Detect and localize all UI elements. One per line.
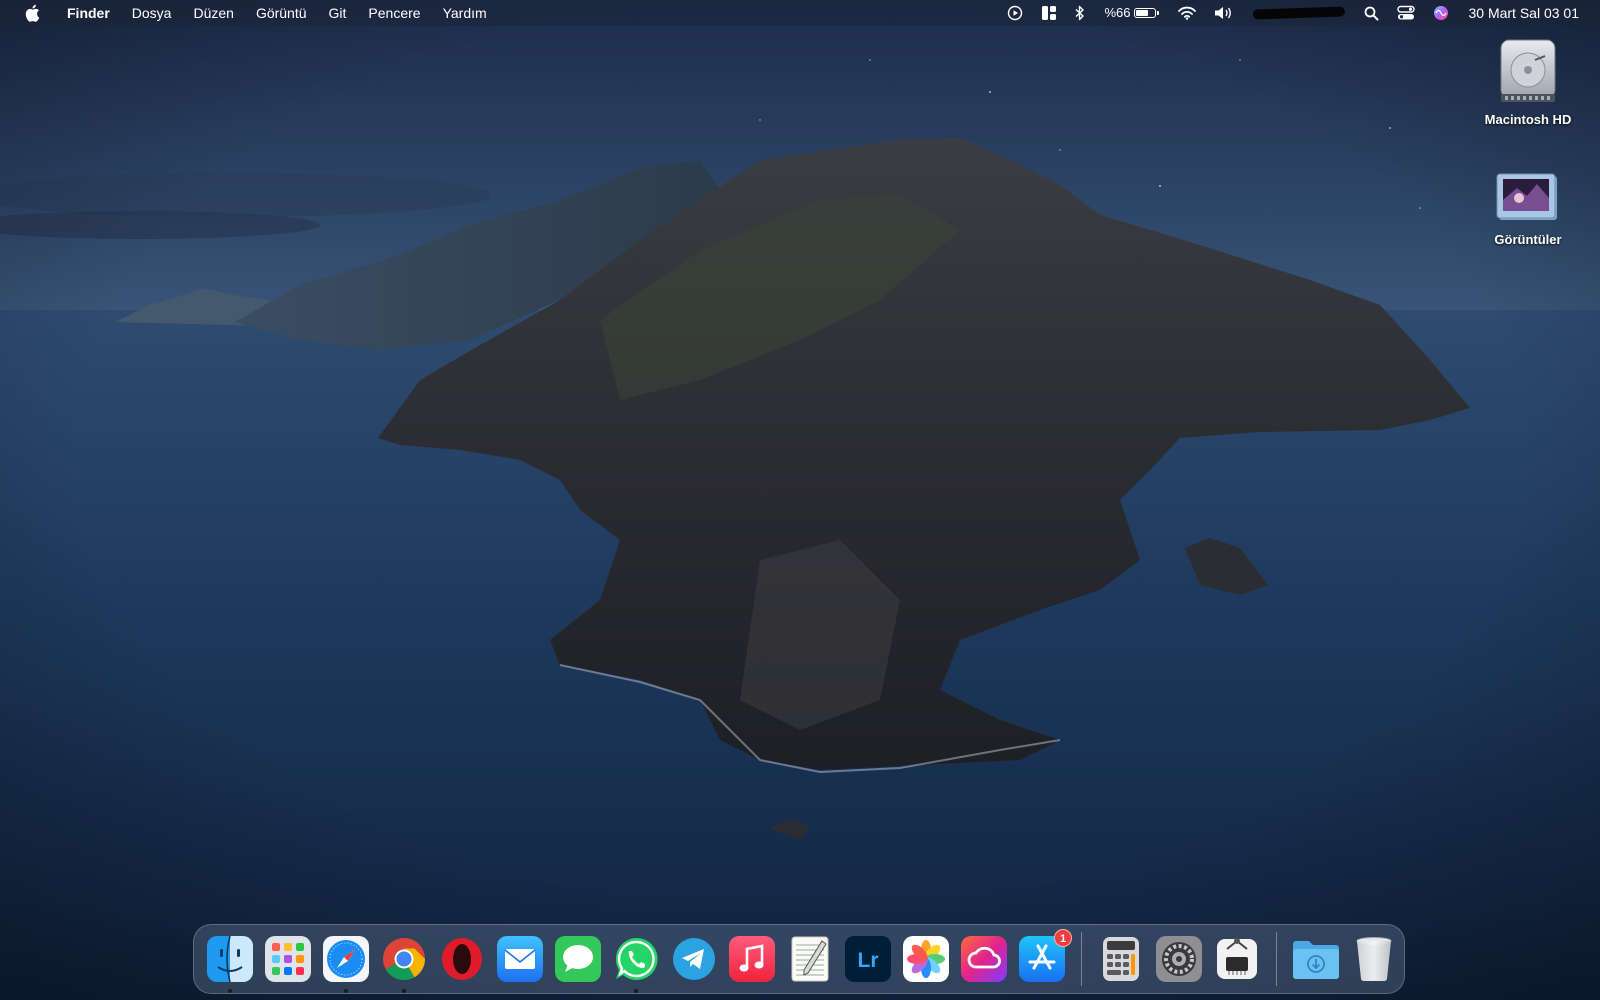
apple-icon[interactable] xyxy=(21,2,43,24)
gear-icon xyxy=(1156,936,1202,982)
desktop-wallpaper xyxy=(0,0,1600,1000)
dock-app-creative-cloud[interactable] xyxy=(959,934,1009,984)
menu-bar: Finder Dosya Düzen Görüntü Git Pencere Y… xyxy=(0,0,1600,26)
mail-icon xyxy=(497,936,543,982)
dock-separator xyxy=(1081,932,1082,986)
volume-icon[interactable] xyxy=(1205,0,1243,26)
dock-app-lightroom[interactable]: Lr xyxy=(843,934,893,984)
battery-level xyxy=(1136,10,1148,16)
dock-app-music[interactable] xyxy=(727,934,777,984)
dock-separator xyxy=(1276,932,1277,986)
control-center-icon[interactable] xyxy=(1388,0,1424,26)
window-layout-icon[interactable] xyxy=(1032,0,1066,26)
whatsapp-icon xyxy=(615,937,658,980)
dock-app-telegram[interactable] xyxy=(669,934,719,984)
user-name-redacted[interactable] xyxy=(1253,6,1346,20)
notification-badge: 1 xyxy=(1054,929,1072,947)
dock-app-calculator[interactable] xyxy=(1096,934,1146,984)
dock-app-textedit[interactable] xyxy=(785,934,835,984)
messages-icon xyxy=(555,936,601,982)
desktop-item-label: Macintosh HD xyxy=(1484,112,1572,127)
lightroom-label: Lr xyxy=(858,949,879,972)
system-information-icon xyxy=(1217,938,1257,979)
menu-view[interactable]: Görüntü xyxy=(245,0,318,26)
music-icon xyxy=(729,936,775,982)
lightroom-icon: Lr xyxy=(845,936,891,982)
dock-app-trash[interactable] xyxy=(1349,934,1399,984)
photos-icon xyxy=(903,936,949,982)
running-indicator xyxy=(344,989,348,993)
trash-icon xyxy=(1356,937,1392,982)
screen-record-icon[interactable] xyxy=(998,0,1032,26)
wifi-icon[interactable] xyxy=(1169,0,1205,26)
bluetooth-icon[interactable] xyxy=(1066,0,1094,26)
running-indicator xyxy=(402,989,406,993)
dock-app-chrome[interactable] xyxy=(379,934,429,993)
menu-app-finder[interactable]: Finder xyxy=(61,0,121,26)
finder-icon xyxy=(207,935,253,983)
menu-window[interactable]: Pencere xyxy=(357,0,431,26)
screenshots-folder-icon xyxy=(1496,173,1557,220)
dock-app-system-information[interactable] xyxy=(1212,934,1262,984)
safari-icon xyxy=(323,936,369,982)
telegram-icon xyxy=(673,938,715,980)
running-indicator xyxy=(634,989,638,993)
menu-go[interactable]: Git xyxy=(318,0,358,26)
textedit-icon xyxy=(791,936,829,982)
dock-app-downloads[interactable] xyxy=(1291,934,1341,984)
running-indicator xyxy=(228,989,232,993)
battery-icon xyxy=(1134,8,1157,18)
creative-cloud-icon xyxy=(961,936,1007,982)
menu-edit[interactable]: Düzen xyxy=(182,0,244,26)
desktop-item-label: Görüntüler xyxy=(1494,232,1562,247)
siri-icon[interactable] xyxy=(1424,0,1458,26)
dock-app-app-store[interactable]: 1 xyxy=(1017,929,1072,984)
dock-app-photos[interactable] xyxy=(901,934,951,984)
dock-app-messages[interactable] xyxy=(553,934,603,984)
chrome-icon xyxy=(383,938,425,981)
macintosh-hd-icon xyxy=(1500,39,1556,102)
dock-app-whatsapp[interactable] xyxy=(611,934,661,993)
dock-app-system-preferences[interactable] xyxy=(1154,934,1204,984)
battery-indicator[interactable]: %66 xyxy=(1094,0,1169,26)
launchpad-icon xyxy=(265,936,311,982)
dock-app-mail[interactable] xyxy=(495,934,545,984)
downloads-folder-icon xyxy=(1293,941,1339,979)
menu-file[interactable]: Dosya xyxy=(121,0,183,26)
dock-app-opera[interactable] xyxy=(437,934,487,984)
opera-icon xyxy=(442,938,482,980)
desktop-item-macintosh-hd[interactable]: Macintosh HD xyxy=(1473,38,1583,127)
battery-percent: %66 xyxy=(1104,5,1131,20)
calculator-icon xyxy=(1103,937,1139,981)
menu-help[interactable]: Yardım xyxy=(432,0,498,26)
dock-app-finder[interactable] xyxy=(205,934,255,993)
menu-clock[interactable]: 30 Mart Sal 03 01 xyxy=(1458,0,1600,26)
desktop-item-screenshots[interactable]: Görüntüler xyxy=(1473,170,1583,247)
dock: Lr 1 xyxy=(193,924,1405,994)
dock-app-launchpad[interactable] xyxy=(263,934,313,984)
search-icon[interactable] xyxy=(1355,0,1388,26)
dock-app-safari[interactable] xyxy=(321,934,371,993)
